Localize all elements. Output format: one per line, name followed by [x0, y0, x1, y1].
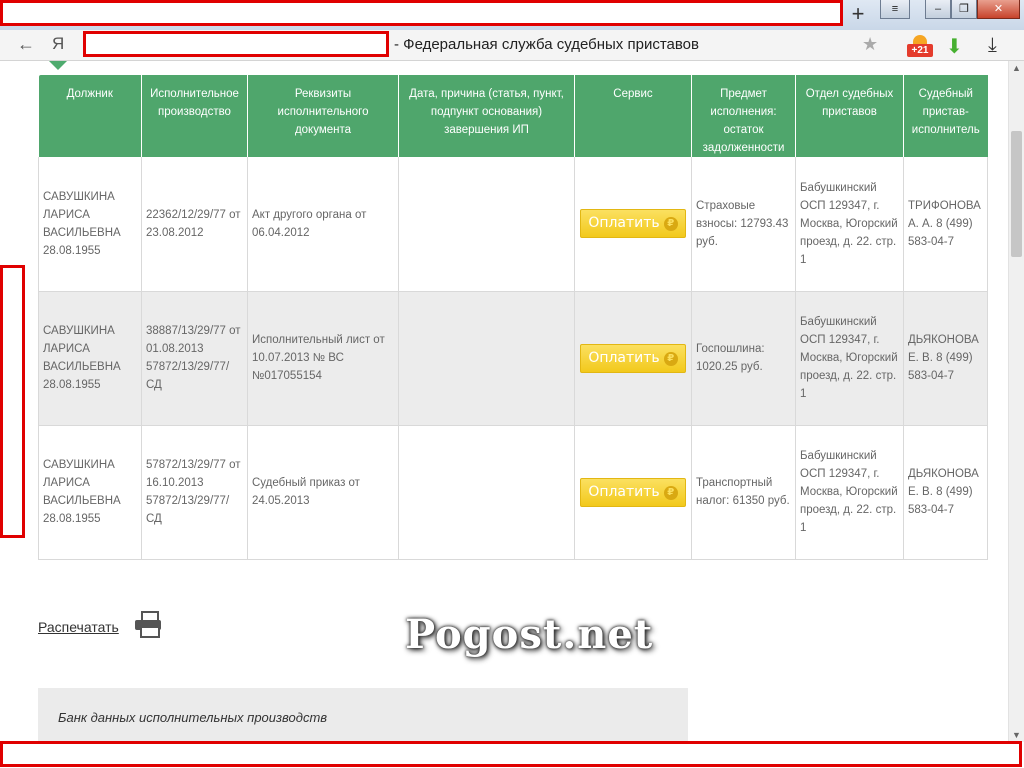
- cell-proceeding: 22362/12/29/77 от 23.08.2012: [141, 157, 248, 292]
- redacted-url[interactable]: [83, 31, 389, 57]
- pay-button[interactable]: Оплатить ₽: [580, 343, 686, 373]
- ruble-icon: ₽: [663, 217, 678, 232]
- table-header-row: Должник Исполнительное производство Рекв…: [38, 75, 988, 157]
- bookmark-star-icon[interactable]: ★: [862, 34, 878, 55]
- download-icon[interactable]: ⬇: [946, 34, 963, 59]
- cell-subject: Транспортный налог: 61350 руб.: [691, 425, 796, 560]
- pay-button[interactable]: Оплатить ₽: [580, 209, 686, 239]
- page-title-text: - Федеральная служба судебных приставов: [394, 36, 699, 53]
- weather-icon[interactable]: +21: [907, 35, 933, 57]
- pay-button-label: Оплатить: [588, 215, 660, 232]
- ruble-icon: ₽: [663, 351, 678, 366]
- col-header-service: Сервис: [574, 75, 692, 157]
- close-button[interactable]: ✕: [977, 0, 1020, 19]
- menu-button[interactable]: ≡: [880, 0, 910, 19]
- address-bar: ← Я - Федеральная служба судебных приста…: [0, 30, 1024, 61]
- cell-document: Судебный приказ от 24.05.2013: [247, 425, 399, 560]
- bank-data-panel: Банк данных исполнительных производств: [38, 688, 688, 742]
- cell-service: Оплатить ₽: [574, 425, 692, 560]
- cell-subject: Госпошлина: 1020.25 руб.: [691, 291, 796, 426]
- tab-pointer: [49, 61, 67, 70]
- cell-service: Оплатить ₽: [574, 157, 692, 292]
- pay-button-label: Оплатить: [588, 483, 660, 500]
- cell-completion: [398, 291, 575, 426]
- scroll-down-icon[interactable]: ▼: [1009, 728, 1024, 742]
- cell-subject: Страховые взносы: 12793.43 руб.: [691, 157, 796, 292]
- page-viewport: Должник Исполнительное производство Рекв…: [0, 61, 1008, 742]
- cell-department: Бабушкинский ОСП 129347, г. Москва, Югор…: [795, 291, 904, 426]
- redacted-tab-strip: [0, 0, 843, 26]
- cell-debtor: САВУШКИНА ЛАРИСА ВАСИЛЬЕВНА 28.08.1955: [38, 157, 142, 292]
- ruble-icon: ₽: [663, 485, 678, 500]
- col-header-completion: Дата, причина (статья, пункт, подпункт о…: [398, 75, 575, 157]
- col-header-bailiff: Судебный пристав-исполнитель: [903, 75, 988, 157]
- watermark: Pogost.net: [405, 611, 654, 658]
- cell-document: Акт другого органа от 06.04.2012: [247, 157, 399, 292]
- cell-bailiff: ДЬЯКОНОВА Е. В. 8 (499) 583-04-7: [903, 425, 988, 560]
- scroll-up-icon[interactable]: ▲: [1009, 61, 1024, 75]
- cell-bailiff: ДЬЯКОНОВА Е. В. 8 (499) 583-04-7: [903, 291, 988, 426]
- new-tab-button[interactable]: +: [848, 2, 868, 26]
- col-header-document: Реквизиты исполнительного документа: [247, 75, 399, 157]
- col-header-subject: Предмет исполнения: остаток задолженност…: [691, 75, 796, 157]
- downloads-icon[interactable]: ⤓: [988, 34, 997, 57]
- cell-proceeding: 38887/13/29/77 от 01.08.2013 57872/13/29…: [141, 291, 248, 426]
- minimize-button[interactable]: –: [925, 0, 951, 19]
- cell-completion: [398, 157, 575, 292]
- bank-data-title: Банк данных исполнительных производств: [58, 710, 328, 725]
- maximize-button[interactable]: ❐: [951, 0, 977, 19]
- cell-department: Бабушкинский ОСП 129347, г. Москва, Югор…: [795, 157, 904, 292]
- weather-temperature: +21: [907, 44, 933, 57]
- cell-proceeding: 57872/13/29/77 от 16.10.2013 57872/13/29…: [141, 425, 248, 560]
- vertical-scrollbar[interactable]: ▲ ▼: [1008, 61, 1024, 742]
- redacted-taskbar: [0, 741, 1022, 767]
- pay-button-label: Оплатить: [588, 349, 660, 366]
- col-header-department: Отдел судебных приставов: [795, 75, 904, 157]
- cell-department: Бабушкинский ОСП 129347, г. Москва, Югор…: [795, 425, 904, 560]
- cell-service: Оплатить ₽: [574, 291, 692, 426]
- window-titlebar: + ≡ – ❐ ✕: [0, 0, 1024, 30]
- printer-icon[interactable]: [135, 611, 163, 638]
- back-arrow-icon[interactable]: ←: [17, 34, 35, 54]
- scrollbar-thumb[interactable]: [1011, 131, 1022, 257]
- cell-debtor: САВУШКИНА ЛАРИСА ВАСИЛЬЕВНА 28.08.1955: [38, 291, 142, 426]
- table-row: САВУШКИНА ЛАРИСА ВАСИЛЬЕВНА 28.08.1955 2…: [38, 157, 988, 292]
- redacted-left-area: [0, 265, 25, 538]
- cell-document: Исполнительный лист от 10.07.2013 № ВС №…: [247, 291, 399, 426]
- pay-button[interactable]: Оплатить ₽: [580, 477, 686, 507]
- cell-bailiff: ТРИФОНОВА А. А. 8 (499) 583-04-7: [903, 157, 988, 292]
- yandex-logo[interactable]: Я: [52, 34, 64, 54]
- cell-completion: [398, 425, 575, 560]
- cell-debtor: САВУШКИНА ЛАРИСА ВАСИЛЬЕВНА 28.08.1955: [38, 425, 142, 560]
- table-row: САВУШКИНА ЛАРИСА ВАСИЛЬЕВНА 28.08.1955 3…: [38, 291, 988, 426]
- enforcement-table: Должник Исполнительное производство Рекв…: [38, 75, 988, 560]
- table-row: САВУШКИНА ЛАРИСА ВАСИЛЬЕВНА 28.08.1955 5…: [38, 425, 988, 560]
- col-header-proceeding: Исполнительное производство: [141, 75, 248, 157]
- col-header-debtor: Должник: [38, 75, 142, 157]
- print-link[interactable]: Распечатать: [38, 619, 119, 635]
